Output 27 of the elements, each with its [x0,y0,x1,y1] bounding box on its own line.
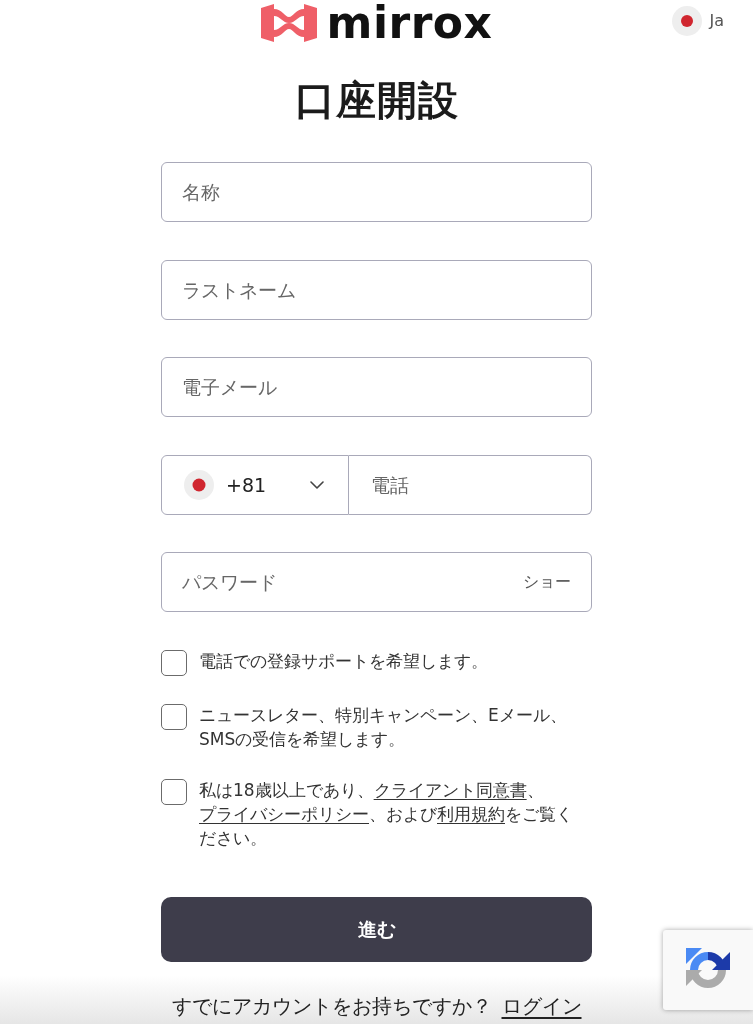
flag-icon [184,469,214,500]
chevron-down-icon [310,480,324,489]
logo-text: mirrox [326,4,493,42]
checkbox-label: 私は18歳以上であり、クライアント同意書、 プライバシーポリシー、および利用規約をご覧ください。 [199,779,574,850]
login-link[interactable]: ログイン [501,994,582,1018]
checkbox-label: 電話での登録サポートを希望します。 [199,650,489,673]
input-field[interactable]: ラストネーム [161,259,592,320]
submit-button[interactable]: 進む [161,897,592,962]
logo-icon [260,4,317,42]
language-button[interactable]: Ja [672,6,724,36]
page-title: 口座開設 [294,77,459,123]
phone-field[interactable]: 電話 [349,454,592,515]
input-field[interactable]: 電子メール [161,357,592,417]
flag-icon [672,6,703,36]
text-link[interactable]: プライバシーポリシー [199,804,369,824]
text-link[interactable]: クライアント同意書 [373,780,527,800]
checkbox[interactable] [161,704,187,730]
checkbox[interactable] [161,779,187,805]
input-field[interactable]: 名称 [161,162,592,222]
show-password-button[interactable]: ショー [523,571,571,593]
captcha-badge[interactable] [663,930,753,1010]
country-code-select[interactable]: +81 [161,454,349,515]
checkbox[interactable] [161,650,187,676]
login-prompt-text: すでにアカウントをお持ちですか？ [171,994,492,1018]
text-link[interactable]: 利用規約 [437,804,505,824]
password-field[interactable]: パスワード ショー [161,552,592,612]
checkbox-label: ニュースレター、特別キャンペーン、Eメール、SMSの受信を希望します。 [199,704,568,751]
